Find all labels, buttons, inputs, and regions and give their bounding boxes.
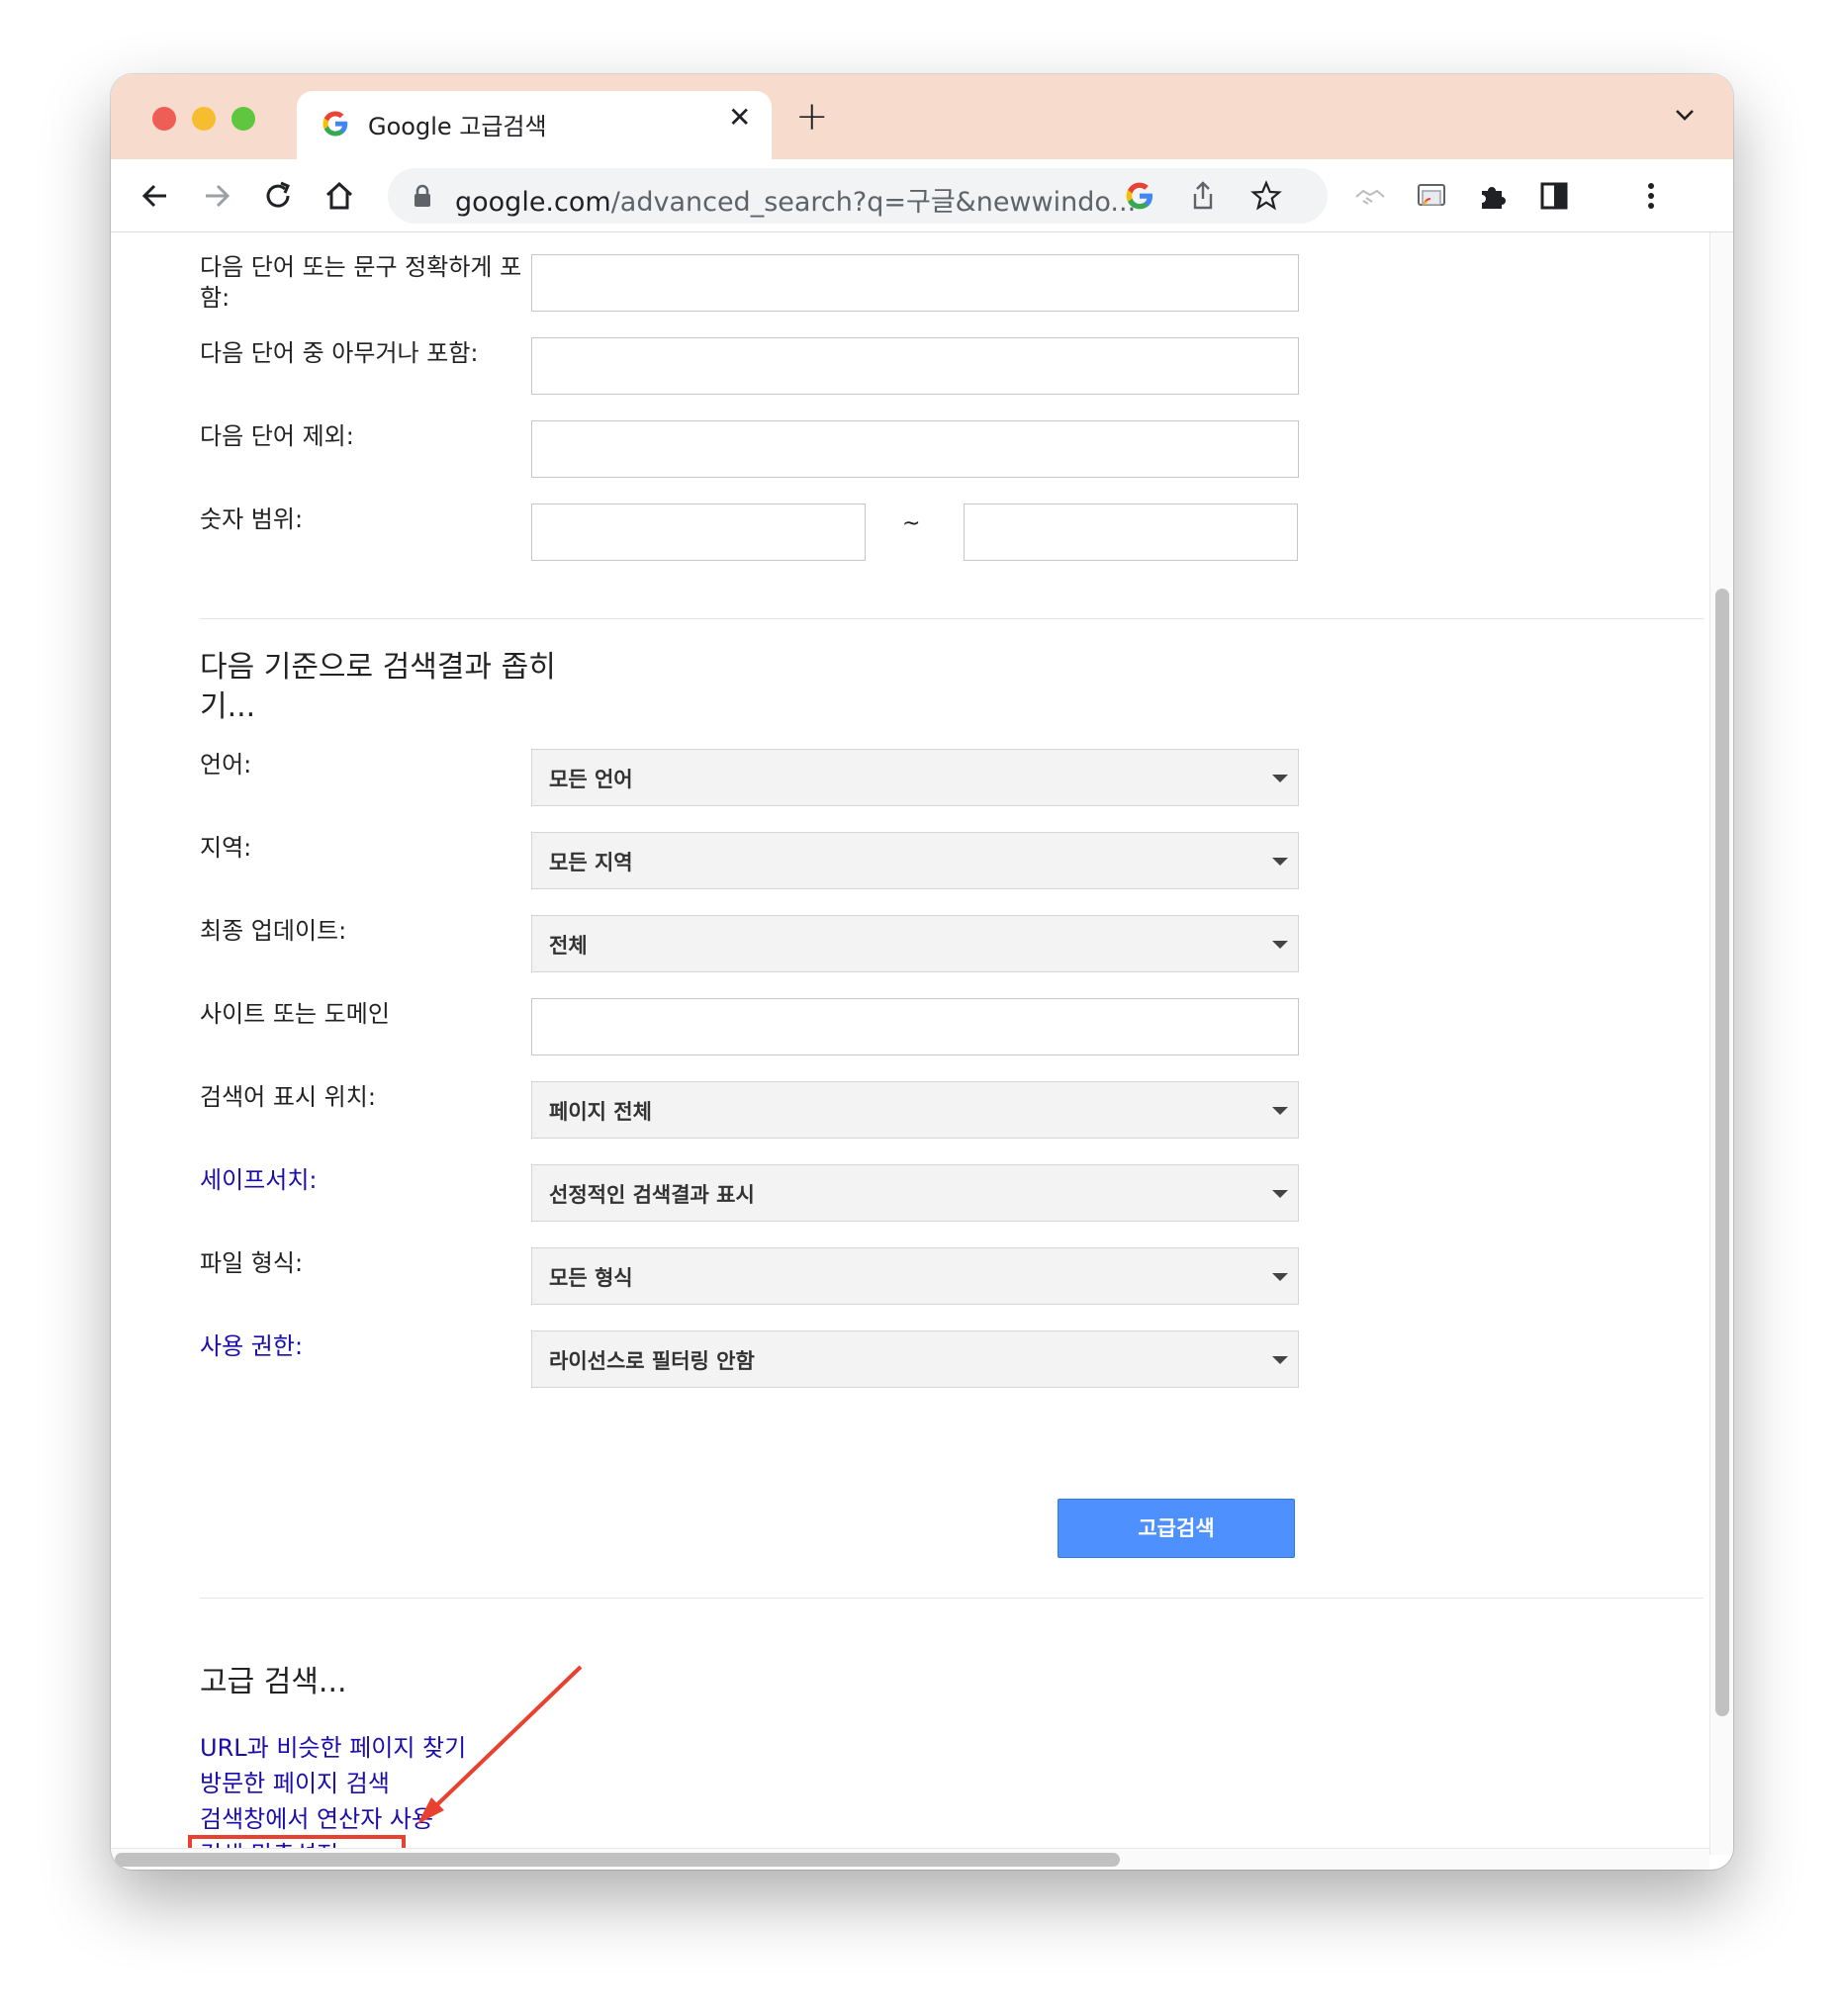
tab-close-icon[interactable]: ✕ — [728, 101, 751, 134]
vertical-scrollbar[interactable] — [1709, 232, 1733, 1855]
usage-rights-link[interactable]: 사용 권한: — [200, 1331, 526, 1362]
narrow-results-title: 다음 기준으로 검색결과 좁히기... — [200, 650, 556, 724]
range-to-input[interactable] — [964, 504, 1298, 561]
safesearch-value: 선정적인 검색결과 표시 — [549, 1183, 755, 1207]
tab-google-advanced-search[interactable]: Google 고급검색 ✕ — [297, 91, 772, 162]
search-operators-link[interactable]: 검색창에서 연산자 사용 — [200, 1801, 433, 1837]
lock-icon — [414, 184, 430, 207]
side-panel-icon[interactable] — [1535, 177, 1573, 215]
exact-phrase-input[interactable] — [531, 254, 1299, 312]
browser-window: Google 고급검색 ✕ + google.com/advanced_sear… — [111, 74, 1733, 1870]
dropdown-caret-icon — [1272, 775, 1288, 782]
footer-divider — [200, 1598, 1704, 1599]
range-separator: ~ — [902, 511, 921, 536]
title-bar: Google 고급검색 ✕ + — [111, 74, 1733, 162]
dropdown-caret-icon — [1272, 1190, 1288, 1198]
handshake-extension-icon[interactable] — [1351, 177, 1389, 215]
cast-extension-icon[interactable] — [1413, 177, 1450, 215]
vertical-scroll-thumb[interactable] — [1715, 589, 1729, 1716]
dropdown-caret-icon — [1272, 941, 1288, 949]
close-window-button[interactable] — [152, 107, 176, 131]
exact-phrase-label: 다음 단어 또는 문구 정확하게 포함: — [200, 253, 522, 312]
horizontal-scroll-thumb[interactable] — [115, 1853, 1120, 1867]
url-host: google.com — [455, 187, 611, 218]
terms-appearing-value: 페이지 전체 — [549, 1100, 652, 1124]
safesearch-select[interactable]: 선정적인 검색결과 표시 — [531, 1164, 1299, 1222]
region-select[interactable]: 모든 지역 — [531, 832, 1299, 889]
language-value: 모든 언어 — [549, 768, 633, 791]
page-content: 다음 단어 또는 문구 정확하게 포함: 다음 단어 중 아무거나 포함: 다음… — [111, 232, 1709, 1850]
similar-pages-link[interactable]: URL과 비슷한 페이지 찾기 — [200, 1730, 466, 1766]
reload-icon[interactable] — [259, 177, 297, 215]
extensions-puzzle-icon[interactable] — [1474, 177, 1512, 215]
terms-appearing-label: 검색어 표시 위치: — [200, 1083, 376, 1111]
google-lens-icon[interactable] — [1124, 180, 1155, 212]
exclude-words-input[interactable] — [531, 420, 1299, 478]
share-icon[interactable] — [1187, 180, 1219, 212]
file-type-label: 파일 형식: — [200, 1249, 304, 1277]
visited-pages-link[interactable]: 방문한 페이지 검색 — [200, 1766, 390, 1801]
region-value: 모든 지역 — [549, 851, 633, 874]
section-divider — [200, 618, 1704, 619]
address-bar[interactable]: google.com/advanced_search?q=구글&newwindo… — [388, 168, 1328, 224]
url-text: google.com/advanced_search?q=구글&newwindo… — [455, 180, 1136, 219]
advanced-search-button[interactable]: 고급검색 — [1058, 1499, 1295, 1558]
exclude-words-label: 다음 단어 제외: — [200, 422, 354, 450]
site-domain-input[interactable] — [531, 998, 1299, 1055]
file-type-select[interactable]: 모든 형식 — [531, 1247, 1299, 1305]
file-type-value: 모든 형식 — [549, 1266, 633, 1290]
last-update-value: 전체 — [549, 934, 588, 958]
language-select[interactable]: 모든 언어 — [531, 749, 1299, 806]
horizontal-scrollbar[interactable] — [111, 1848, 1709, 1870]
dropdown-caret-icon — [1272, 858, 1288, 866]
usage-rights-select[interactable]: 라이선스로 필터링 안함 — [531, 1330, 1299, 1388]
chevron-down-icon[interactable] — [1674, 104, 1696, 126]
new-tab-button[interactable]: + — [795, 94, 829, 139]
forward-arrow-icon[interactable] — [198, 177, 235, 215]
last-update-select[interactable]: 전체 — [531, 915, 1299, 972]
dropdown-caret-icon — [1272, 1273, 1288, 1281]
safesearch-link[interactable]: 세이프서치: — [200, 1165, 526, 1196]
last-update-label: 최종 업데이트: — [200, 917, 347, 945]
bookmark-star-icon[interactable] — [1250, 180, 1282, 212]
region-label: 지역: — [200, 834, 252, 862]
tab-title: Google 고급검색 — [368, 113, 547, 140]
back-arrow-icon[interactable] — [137, 177, 174, 215]
site-domain-label: 사이트 또는 도메인 — [200, 1000, 390, 1028]
any-words-input[interactable] — [531, 337, 1299, 395]
browser-toolbar: google.com/advanced_search?q=구글&newwindo… — [111, 159, 1733, 232]
more-menu-icon[interactable] — [1632, 177, 1670, 215]
language-label: 언어: — [200, 751, 252, 779]
dropdown-caret-icon — [1272, 1107, 1288, 1115]
dropdown-caret-icon — [1272, 1356, 1288, 1364]
advanced-search-footer-title: 고급 검색... — [200, 1665, 347, 1699]
terms-appearing-select[interactable]: 페이지 전체 — [531, 1081, 1299, 1139]
number-range-label: 숫자 범위: — [200, 505, 304, 533]
url-path: /advanced_search?q=구글&newwindo... — [610, 187, 1137, 218]
home-icon[interactable] — [321, 177, 358, 215]
minimize-window-button[interactable] — [192, 107, 216, 131]
range-from-input[interactable] — [531, 504, 866, 561]
any-words-label: 다음 단어 중 아무거나 포함: — [200, 339, 479, 367]
zoom-window-button[interactable] — [231, 107, 255, 131]
usage-rights-value: 라이선스로 필터링 안함 — [549, 1349, 755, 1373]
google-favicon-icon — [322, 111, 348, 137]
